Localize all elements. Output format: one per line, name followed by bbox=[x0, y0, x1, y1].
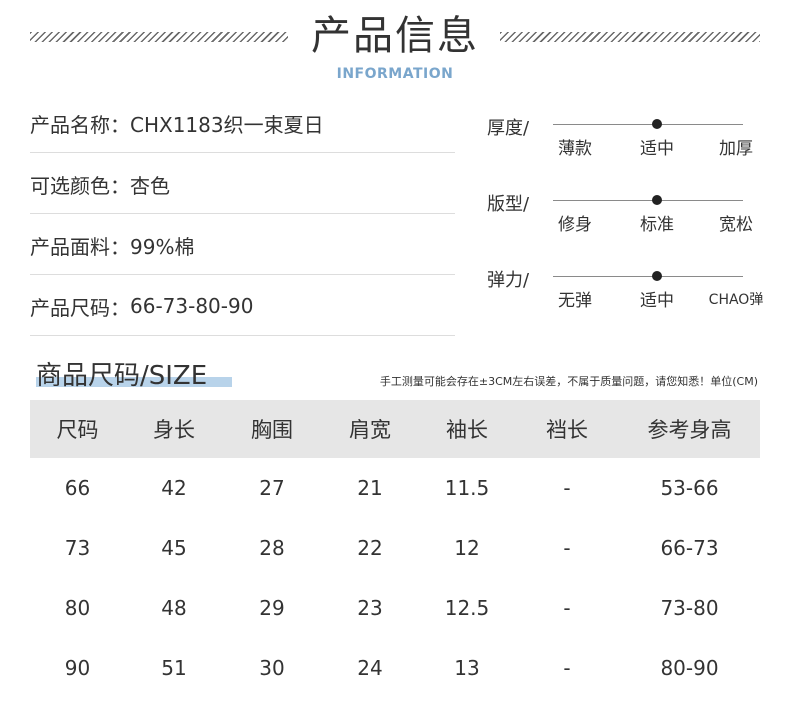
table-cell: 42 bbox=[161, 476, 187, 500]
scale-option: 无弹 bbox=[558, 291, 592, 311]
info-label: 可选颜色： bbox=[30, 173, 130, 198]
column-header: 裆长 bbox=[546, 418, 588, 442]
scale-elasticity: 弹力/ 无弹 适中 CHAO弹 bbox=[487, 258, 764, 334]
attribute-scales: 厚度/ 薄款 适中 加厚 版型/ 修身 标准 宽松 弹力/ 无弹 适中 CHAO… bbox=[487, 106, 764, 334]
table-cell: - bbox=[563, 536, 571, 560]
table-cell: 24 bbox=[357, 656, 383, 680]
page-title: 产品信息 bbox=[311, 13, 479, 59]
table-cell: - bbox=[563, 476, 571, 500]
scale-label: 厚度/ bbox=[487, 118, 530, 139]
table-cell: 11.5 bbox=[444, 476, 490, 500]
scale-option: 加厚 bbox=[719, 139, 753, 159]
table-row: 80 48 29 23 12.5 - 73-80 bbox=[30, 578, 760, 638]
table-cell: - bbox=[563, 596, 571, 620]
page-subtitle: INFORMATION bbox=[336, 66, 454, 82]
table-cell: - bbox=[563, 656, 571, 680]
size-table: 尺码 身长 胸围 肩宽 袖长 裆长 参考身高 66 42 27 21 11.5 … bbox=[30, 400, 760, 698]
table-row: 90 51 30 24 13 - 80-90 bbox=[30, 638, 760, 698]
table-cell: 66-73 bbox=[660, 536, 719, 560]
info-value: 杏色 bbox=[130, 173, 170, 198]
info-value: 99%棉 bbox=[130, 234, 195, 259]
table-row: 66 42 27 21 11.5 - 53-66 bbox=[30, 458, 760, 518]
table-cell: 30 bbox=[259, 656, 285, 680]
section-header: 产品信息 INFORMATION bbox=[0, 0, 790, 90]
table-cell: 73 bbox=[64, 536, 91, 560]
table-cell: 21 bbox=[357, 476, 383, 500]
column-header: 尺码 bbox=[56, 418, 99, 442]
product-info-list: 产品名称： CHX1183织一束夏日 可选颜色： 杏色 产品面料： 99%棉 产… bbox=[30, 92, 455, 336]
size-measure-note: 手工测量可能会存在±3CM左右误差，不属于质量问题，请您知悉！单位(CM) bbox=[379, 375, 758, 388]
info-row-fabric: 产品面料： 99%棉 bbox=[30, 214, 455, 275]
info-row-name: 产品名称： CHX1183织一束夏日 bbox=[30, 92, 455, 153]
scale-fit: 版型/ 修身 标准 宽松 bbox=[487, 182, 762, 258]
table-cell: 12.5 bbox=[444, 596, 490, 620]
column-header: 肩宽 bbox=[349, 418, 391, 442]
column-header: 胸围 bbox=[251, 418, 293, 442]
scale-thickness: 厚度/ 薄款 适中 加厚 bbox=[487, 106, 762, 182]
table-row: 73 45 28 22 12 - 66-73 bbox=[30, 518, 760, 578]
scale-option: 修身 bbox=[558, 215, 592, 235]
table-cell: 22 bbox=[357, 536, 383, 560]
table-cell: 27 bbox=[259, 476, 285, 500]
table-cell: 73-80 bbox=[660, 596, 719, 620]
info-row-color: 可选颜色： 杏色 bbox=[30, 153, 455, 214]
scale-option: 标准 bbox=[640, 215, 674, 235]
scale-option: 适中 bbox=[640, 291, 674, 311]
scale-line bbox=[553, 200, 743, 201]
column-header: 身长 bbox=[153, 418, 195, 442]
table-cell: 80-90 bbox=[660, 656, 719, 680]
table-cell: 48 bbox=[161, 596, 187, 620]
info-label: 产品尺码： bbox=[30, 295, 130, 320]
scale-marker-dot bbox=[652, 271, 662, 281]
scale-option: 适中 bbox=[640, 139, 674, 159]
header-hatch-right bbox=[500, 32, 760, 42]
scale-option: 薄款 bbox=[558, 139, 592, 159]
table-cell: 90 bbox=[64, 656, 91, 680]
table-cell: 29 bbox=[259, 596, 285, 620]
table-cell: 13 bbox=[454, 656, 480, 680]
scale-label: 弹力/ bbox=[487, 270, 530, 291]
table-cell: 66 bbox=[64, 476, 91, 500]
info-label: 产品名称： bbox=[30, 112, 130, 137]
table-cell: 23 bbox=[357, 596, 383, 620]
table-cell: 28 bbox=[259, 536, 285, 560]
table-cell: 12 bbox=[454, 536, 480, 560]
scale-option: CHAO弹 bbox=[708, 292, 764, 308]
table-cell: 80 bbox=[64, 596, 91, 620]
info-row-size: 产品尺码： 66-73-80-90 bbox=[30, 275, 455, 336]
column-header: 参考身高 bbox=[647, 418, 732, 442]
header-hatch-left bbox=[30, 32, 288, 42]
scale-option: 宽松 bbox=[719, 215, 753, 235]
info-label: 产品面料： bbox=[30, 234, 130, 259]
scale-marker-dot bbox=[652, 195, 662, 205]
table-cell: 51 bbox=[161, 656, 187, 680]
info-value: CHX1183织一束夏日 bbox=[130, 112, 324, 137]
info-value: 66-73-80-90 bbox=[130, 294, 254, 318]
scale-line bbox=[553, 124, 743, 125]
column-header: 袖长 bbox=[446, 418, 488, 442]
scale-line bbox=[553, 276, 743, 277]
scale-marker-dot bbox=[652, 119, 662, 129]
size-section-title: 商品尺码/SIZE bbox=[36, 361, 208, 391]
table-cell: 53-66 bbox=[660, 476, 719, 500]
size-table-header: 尺码 身长 胸围 肩宽 袖长 裆长 参考身高 bbox=[30, 400, 760, 458]
table-cell: 45 bbox=[161, 536, 187, 560]
size-section-header: 商品尺码/SIZE 手工测量可能会存在±3CM左右误差，不属于质量问题，请您知悉… bbox=[30, 355, 760, 391]
scale-label: 版型/ bbox=[487, 194, 530, 215]
